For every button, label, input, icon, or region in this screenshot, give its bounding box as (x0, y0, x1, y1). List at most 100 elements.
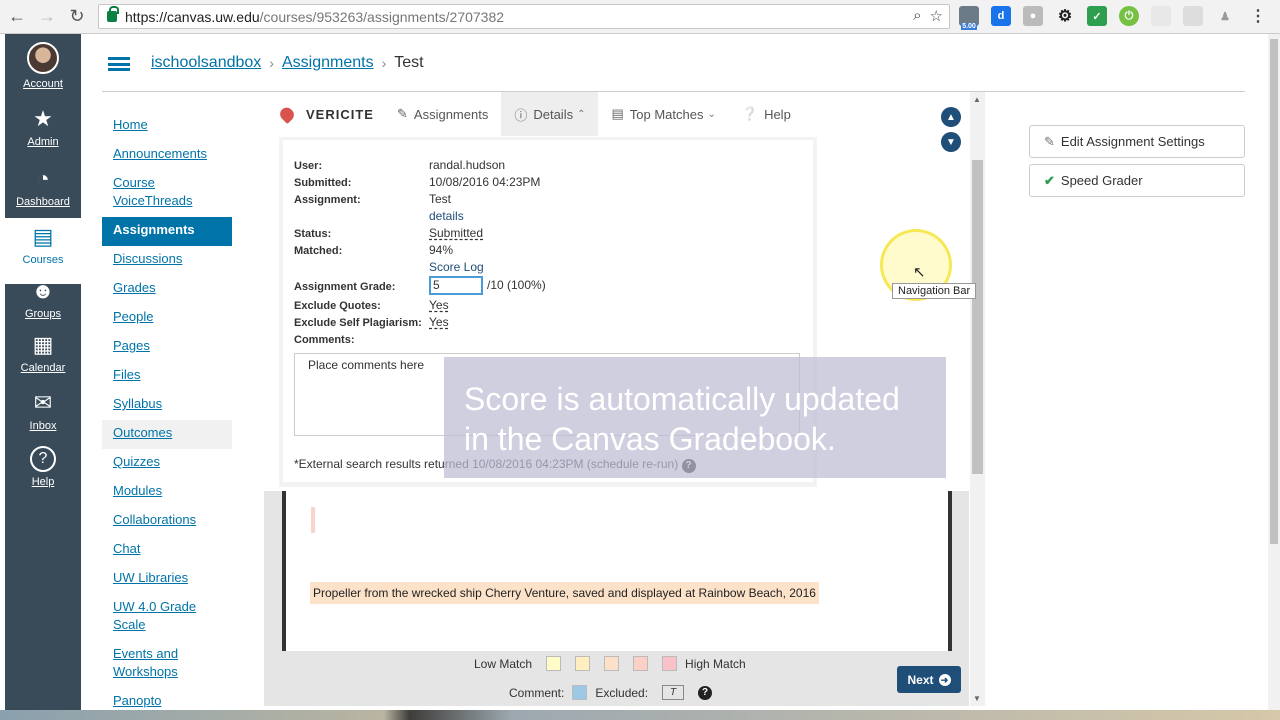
scroll-up-button[interactable]: ▲ (941, 107, 961, 127)
breadcrumb-assignments-link[interactable]: Assignments (282, 54, 374, 72)
scrollbar-thumb[interactable] (972, 160, 983, 474)
vericite-logo: VERICITE (264, 92, 384, 136)
extension-accessibility-icon[interactable]: ♟ (1215, 6, 1235, 26)
comments-label: Comments: (294, 334, 355, 346)
global-nav-admin[interactable]: ★ Admin (5, 106, 81, 148)
extension-badge: 5.00 (961, 23, 977, 30)
course-nav-grades[interactable]: Grades (102, 275, 232, 304)
global-nav-inbox[interactable]: ✉ Inbox (5, 390, 81, 432)
legend-swatch (662, 656, 678, 671)
document-caption: Propeller from the wrecked ship Cherry V… (310, 582, 819, 604)
extension-blank-icon[interactable] (1151, 6, 1171, 26)
global-nav-dashboard[interactable]: ◔ Dashboard (5, 166, 81, 208)
chevron-down-icon: ⌄ (707, 108, 716, 120)
course-nav-pages[interactable]: Pages (102, 333, 232, 362)
scroll-down-button[interactable]: ▼ (941, 132, 961, 152)
course-nav-files[interactable]: Files (102, 362, 232, 391)
desktop-background (0, 710, 1280, 720)
course-nav-grade-scale[interactable]: UW 4.0 Grade Scale (102, 594, 232, 641)
global-nav-account[interactable]: Account (5, 42, 81, 90)
global-nav-label: Courses (22, 254, 64, 266)
gauge-icon: ◔ (36, 166, 50, 191)
course-nav-syllabus[interactable]: Syllabus (102, 391, 232, 420)
scroll-up-arrow-icon[interactable]: ▲ (973, 95, 981, 104)
course-nav-outcomes[interactable]: Outcomes (102, 420, 232, 449)
comments-placeholder: Place comments here (308, 358, 425, 372)
submitted-label: Submitted: (294, 177, 352, 189)
chevron-right-icon: › (381, 55, 387, 71)
course-nav-discussions[interactable]: Discussions (102, 246, 232, 275)
course-nav-announcements[interactable]: Announcements (102, 141, 232, 170)
reload-icon[interactable]: ↻ (64, 4, 90, 30)
global-nav-groups[interactable]: ☻ Groups (5, 278, 81, 320)
global-nav-label: Help (31, 476, 55, 488)
extension-gauge-icon[interactable]: 5.00 (959, 6, 979, 30)
checkmark-icon: ✔ (1044, 172, 1055, 188)
course-nav-quizzes[interactable]: Quizzes (102, 449, 232, 478)
extension-gear-icon[interactable]: ⚙ (1055, 6, 1075, 26)
exclude-self-value[interactable]: Yes (429, 315, 449, 329)
exclude-quotes-value[interactable]: Yes (429, 298, 449, 312)
details-link[interactable]: details (429, 209, 464, 223)
global-nav-label: Admin (27, 136, 59, 148)
score-log-link[interactable]: Score Log (429, 260, 484, 274)
global-navigation: Account ★ Admin ◔ Dashboard ▤ Courses ☻ … (5, 34, 81, 720)
extension-doc-icon[interactable] (1183, 6, 1203, 26)
scroll-down-arrow-icon[interactable]: ▼ (973, 694, 981, 703)
tab-assignments[interactable]: ✎ Assignments (384, 92, 501, 136)
course-nav-voicethreads[interactable]: Course VoiceThreads (102, 170, 232, 217)
legend-swatch (546, 656, 562, 671)
assignment-value: Test (429, 192, 452, 206)
book-icon: ▤ (32, 224, 54, 249)
excluded-label: Excluded: (595, 685, 649, 700)
lock-icon (107, 6, 119, 22)
info-icon: ⓘ (514, 107, 528, 123)
course-nav-events[interactable]: Events and Workshops (102, 641, 232, 688)
shield-icon: ★ (33, 106, 53, 131)
speed-grader-button[interactable]: ✔ Speed Grader (1029, 164, 1245, 197)
document-icon: ▤ (611, 106, 624, 121)
global-nav-calendar[interactable]: ▦ Calendar (5, 332, 81, 374)
tab-label: Top Matches (629, 106, 704, 122)
page-scrollbar[interactable] (1268, 34, 1280, 710)
course-nav-chat[interactable]: Chat (102, 536, 232, 565)
tab-help[interactable]: ❔ Help (729, 92, 804, 136)
course-nav-assignments[interactable]: Assignments (102, 217, 232, 246)
course-nav-collaborations[interactable]: Collaborations (102, 507, 232, 536)
tab-top-matches[interactable]: ▤ Top Matches ⌄ (598, 92, 728, 136)
tab-details[interactable]: ⓘ Details ⌃ (501, 92, 599, 136)
bookmark-star-icon[interactable]: ☆ (930, 7, 943, 25)
arrow-right-circle-icon: ➜ (938, 673, 951, 686)
url-path: /courses/953263/assignments/2707382 (259, 8, 505, 25)
address-bar[interactable]: https://canvas.uw.edu/courses/953263/ass… (98, 4, 950, 29)
course-nav-modules[interactable]: Modules (102, 478, 232, 507)
browser-toolbar: ← → ↻ https://canvas.uw.edu/courses/9532… (0, 0, 1280, 34)
extension-pin-icon[interactable]: ● (1023, 6, 1043, 26)
hamburger-menu-icon[interactable] (108, 57, 130, 71)
back-arrow-icon[interactable]: ← (4, 4, 30, 30)
extension-green-icon[interactable]: ✓ (1087, 6, 1107, 26)
next-button[interactable]: Next ➜ (897, 666, 961, 693)
course-nav-home[interactable]: Home (102, 112, 232, 141)
frame-scrollbar[interactable]: ▲ ▼ (970, 92, 985, 706)
course-nav-uw-libraries[interactable]: UW Libraries (102, 565, 232, 594)
status-value: Submitted (429, 226, 484, 240)
question-icon: ? (30, 446, 56, 472)
zoom-icon[interactable]: ⌕ (913, 7, 921, 25)
browser-menu-icon[interactable]: ⋮ (1248, 6, 1268, 26)
edit-assignment-settings-button[interactable]: ✎ Edit Assignment Settings (1029, 125, 1245, 158)
breadcrumb-course-link[interactable]: ischoolsandbox (151, 54, 261, 72)
grade-input[interactable]: 5 (429, 276, 483, 295)
global-nav-help[interactable]: ? Help (5, 446, 81, 488)
submitted-value: 10/08/2016 04:23PM (429, 175, 541, 189)
course-nav-people[interactable]: People (102, 304, 232, 333)
calendar-icon: ▦ (32, 332, 54, 357)
matched-label: Matched: (294, 245, 343, 257)
question-circle-icon[interactable]: ? (698, 685, 713, 700)
global-nav-courses[interactable]: ▤ Courses (5, 218, 81, 284)
global-nav-label: Inbox (29, 420, 57, 432)
extension-d-icon[interactable]: d (991, 6, 1011, 26)
extension-power-icon[interactable]: ⏻ (1119, 6, 1139, 26)
forward-arrow-icon[interactable]: → (34, 4, 60, 30)
page-scrollbar-thumb[interactable] (1270, 39, 1278, 544)
